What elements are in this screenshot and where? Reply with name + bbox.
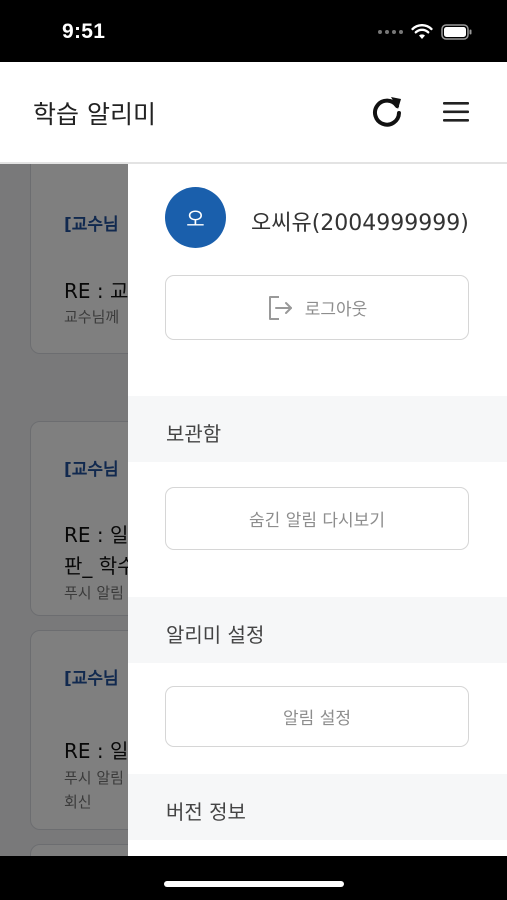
battery-icon bbox=[441, 24, 472, 40]
button-label: 알림 설정 bbox=[283, 709, 351, 729]
section-title: 알리미 설정 bbox=[166, 623, 265, 647]
page-title: 학습 알리미 bbox=[33, 100, 156, 129]
logout-label: 로그아웃 bbox=[304, 300, 368, 320]
menu-button[interactable] bbox=[440, 96, 472, 128]
refresh-icon bbox=[373, 97, 401, 127]
status-time: 9:51 bbox=[62, 20, 106, 43]
section-title: 보관함 bbox=[166, 422, 222, 446]
section-notifier-settings: 알리미 설정 bbox=[128, 597, 507, 663]
user-name: 오씨유(2004999999) bbox=[251, 211, 469, 236]
logout-icon bbox=[268, 295, 292, 320]
cellular-signal-icon bbox=[378, 30, 403, 34]
bottom-bar bbox=[0, 856, 507, 900]
logout-button[interactable]: 로그아웃 bbox=[165, 275, 469, 340]
refresh-button[interactable] bbox=[368, 92, 406, 130]
section-title: 버전 정보 bbox=[166, 800, 246, 824]
notification-settings-button[interactable]: 알림 설정 bbox=[165, 686, 469, 747]
button-label: 숨긴 알림 다시보기 bbox=[249, 511, 385, 531]
status-bar: 9:51 bbox=[0, 0, 507, 62]
section-archive: 보관함 bbox=[128, 396, 507, 462]
section-version-info: 버전 정보 bbox=[128, 774, 507, 840]
hamburger-menu-icon bbox=[443, 102, 469, 122]
home-indicator[interactable] bbox=[164, 881, 344, 887]
view-hidden-notifications-button[interactable]: 숨긴 알림 다시보기 bbox=[165, 487, 469, 550]
status-icons bbox=[378, 24, 473, 40]
avatar: 오 bbox=[165, 187, 226, 248]
wifi-icon bbox=[411, 24, 433, 39]
side-drawer: 오 오씨유(2004999999) 로그아웃 보관함 숨긴 알림 다시보기 알리… bbox=[128, 164, 507, 856]
app-header: 학습 알리미 bbox=[0, 62, 507, 164]
